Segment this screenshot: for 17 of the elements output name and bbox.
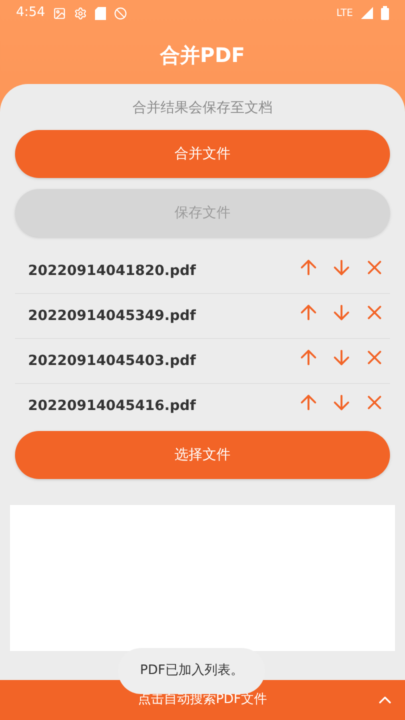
hint-text: 合并结果会保存至文档 [132,98,272,118]
file-name: 20220914041820.pdf [27,262,197,280]
page-title: 合并PDF [160,42,245,69]
select-file-button[interactable]: 选择文件 [15,431,390,479]
file-name: 20220914045403.pdf [27,352,197,370]
file-name: 20220914045416.pdf [27,397,197,416]
toast: PDF已加入列表。 [118,648,266,694]
status-time: 4:54 [16,4,46,22]
settings-icon [74,6,88,20]
network-label: LTE [336,6,353,20]
file-name: 20220914045349.pdf [27,306,197,326]
sd-card-icon [95,6,106,20]
signal-icon [361,7,373,19]
blocked-icon [114,6,128,20]
battery-icon [381,6,389,20]
image-icon [53,6,66,20]
merge-button[interactable]: 合并文件 [15,130,390,178]
